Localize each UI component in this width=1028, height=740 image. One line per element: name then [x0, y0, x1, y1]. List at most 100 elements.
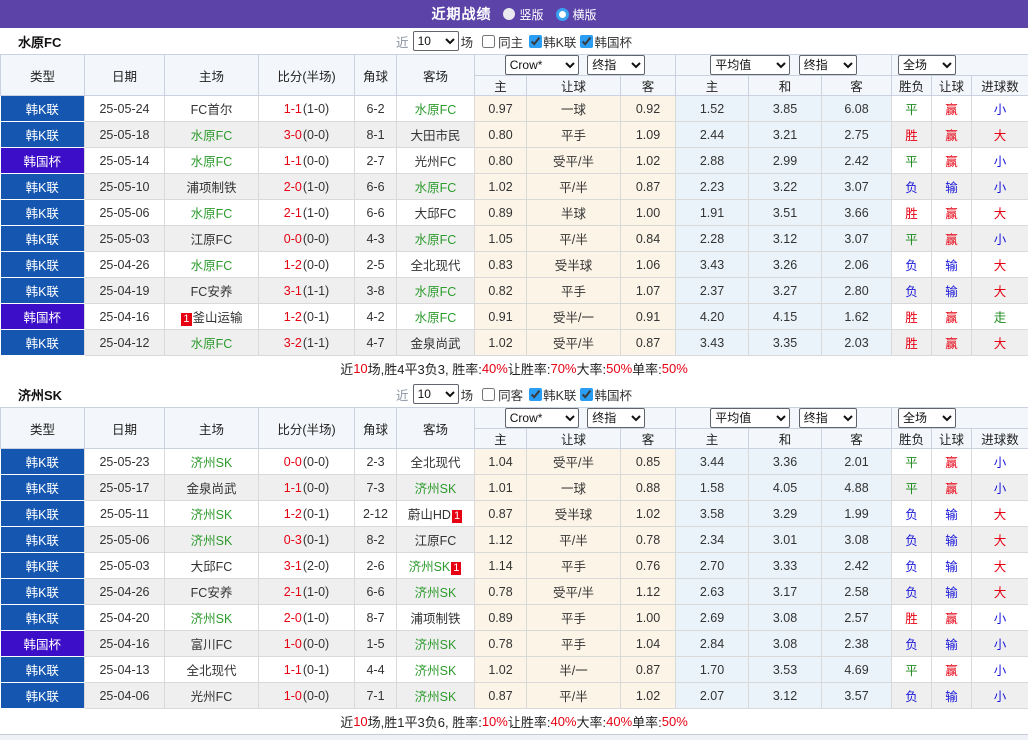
handicap-result-cell: 输 [932, 278, 972, 304]
scope-select[interactable]: 全场 [898, 408, 956, 428]
odds-home-cell: 1.14 [475, 553, 527, 579]
avg-away-cell: 3.57 [822, 683, 892, 709]
bookmaker-select[interactable]: Crow* [505, 408, 579, 428]
league-filter-label: 韩K联 [543, 385, 576, 404]
away-team-link[interactable]: 蔚山HD [408, 508, 451, 522]
home-team-link[interactable]: 水原FC [191, 155, 233, 169]
away-team-link[interactable]: 全北现代 [410, 259, 460, 273]
final-odds-select[interactable]: 终指 [587, 55, 645, 75]
score-cell: 1-2(0-0) [259, 252, 355, 278]
avg-home-cell: 2.37 [676, 278, 749, 304]
team-name: 济州SK [18, 385, 62, 404]
away-team-link[interactable]: 济州SK [415, 482, 457, 496]
avg-draw-cell: 3.26 [749, 252, 822, 278]
cup-checkbox[interactable] [580, 388, 593, 401]
average-select[interactable]: 平均值 [710, 55, 790, 75]
away-team-cell: 水原FC [397, 96, 475, 122]
odds-away-cell: 1.02 [621, 501, 676, 527]
same-venue-checkbox[interactable] [482, 388, 495, 401]
away-team-link[interactable]: 济州SK [409, 560, 451, 574]
home-team-link[interactable]: 水原FC [191, 207, 233, 221]
home-team-link[interactable]: 金泉尚武 [186, 482, 236, 496]
away-team-link[interactable]: 济州SK [415, 664, 457, 678]
home-team-link[interactable]: 水原FC [191, 129, 233, 143]
away-team-link[interactable]: 水原FC [415, 285, 457, 299]
odds-handicap-cell: 平/半 [527, 226, 621, 252]
goals-result-cell: 大 [972, 252, 1028, 278]
odds-away-cell: 1.12 [621, 579, 676, 605]
home-team-link[interactable]: 济州SK [191, 534, 233, 548]
cup-checkbox[interactable] [580, 35, 593, 48]
away-team-link[interactable]: 水原FC [415, 233, 457, 247]
away-team-link[interactable]: 金泉尚武 [410, 337, 460, 351]
home-team-link[interactable]: 富川FC [191, 638, 233, 652]
layout-radio-horizontal[interactable]: 横版 [556, 6, 597, 23]
competition-type-cell: 韩K联 [1, 96, 85, 122]
summary-part: 10 [353, 361, 367, 376]
average-select[interactable]: 平均值 [710, 408, 790, 428]
handicap-result-cell: 赢 [932, 122, 972, 148]
competition-type-cell: 韩K联 [1, 200, 85, 226]
half-time-score: (0-0) [303, 481, 329, 495]
odds-away-cell: 1.02 [621, 683, 676, 709]
away-team-link[interactable]: 水原FC [415, 311, 457, 325]
away-team-link[interactable]: 济州SK [415, 690, 457, 704]
home-team-link[interactable]: 光州FC [191, 690, 233, 704]
away-team-link[interactable]: 大田市民 [410, 129, 460, 143]
league-checkbox[interactable] [529, 35, 542, 48]
col-avg-draw: 和 [749, 76, 822, 96]
away-team-link[interactable]: 江原FC [415, 534, 457, 548]
half-time-score: (1-0) [303, 611, 329, 625]
final-odds-select-2[interactable]: 终指 [799, 55, 857, 75]
score-cell: 3-0(0-0) [259, 122, 355, 148]
goals-result-cell: 小 [972, 475, 1028, 501]
away-team-link[interactable]: 大邱FC [415, 207, 457, 221]
home-team-link[interactable]: 釜山运输 [193, 311, 243, 325]
home-team-link[interactable]: 江原FC [191, 233, 233, 247]
away-team-link[interactable]: 济州SK [415, 586, 457, 600]
col-odds-away: 客 [621, 76, 676, 96]
away-team-link[interactable]: 浦项制铁 [410, 612, 460, 626]
away-team-link[interactable]: 水原FC [415, 103, 457, 117]
match-count-select[interactable]: 10 [413, 31, 459, 51]
full-time-score: 1-1 [284, 481, 302, 495]
match-date-cell: 25-04-20 [85, 605, 165, 631]
home-team-link[interactable]: 浦项制铁 [186, 181, 236, 195]
away-team-cell: 光州FC [397, 148, 475, 174]
home-team-link[interactable]: 全北现代 [186, 664, 236, 678]
goals-result-cell: 小 [972, 605, 1028, 631]
final-odds-select[interactable]: 终指 [587, 408, 645, 428]
summary-part: 近 [340, 359, 353, 378]
odds-home-cell: 1.01 [475, 475, 527, 501]
bookmaker-select[interactable]: Crow* [505, 55, 579, 75]
home-team-link[interactable]: 水原FC [191, 259, 233, 273]
home-team-link[interactable]: 水原FC [191, 337, 233, 351]
radio-vertical-label: 竖版 [519, 6, 543, 23]
avg-away-cell: 2.03 [822, 330, 892, 356]
home-team-link[interactable]: 大邱FC [191, 560, 233, 574]
layout-radio-vertical[interactable]: 竖版 [503, 6, 543, 23]
avg-home-cell: 2.44 [676, 122, 749, 148]
away-team-link[interactable]: 光州FC [415, 155, 457, 169]
home-team-link[interactable]: FC首尔 [191, 103, 233, 117]
scope-select[interactable]: 全场 [898, 55, 956, 75]
match-table: 类型 日期 主场 比分(半场) 角球 客场 Crow* 终指 平均值 终指 全场 [0, 407, 1028, 709]
average-group-header: 平均值 终指 [676, 55, 892, 76]
away-team-cell: 济州SK1 [397, 553, 475, 579]
match-count-select[interactable]: 10 [413, 384, 459, 404]
home-team-link[interactable]: 济州SK [191, 612, 233, 626]
league-checkbox[interactable] [529, 388, 542, 401]
col-home: 主场 [165, 55, 259, 96]
home-team-link[interactable]: FC安养 [191, 285, 233, 299]
away-team-link[interactable]: 水原FC [415, 181, 457, 195]
away-team-link[interactable]: 全北现代 [410, 456, 460, 470]
home-team-link[interactable]: 济州SK [191, 456, 233, 470]
final-odds-select-2[interactable]: 终指 [799, 408, 857, 428]
home-team-link[interactable]: FC安养 [191, 586, 233, 600]
away-team-cell: 蔚山HD1 [397, 501, 475, 527]
away-team-link[interactable]: 济州SK [415, 638, 457, 652]
home-team-link[interactable]: 济州SK [191, 508, 233, 522]
same-venue-checkbox[interactable] [482, 35, 495, 48]
score-cell: 1-1(0-0) [259, 148, 355, 174]
col-avg-home: 主 [676, 429, 749, 449]
